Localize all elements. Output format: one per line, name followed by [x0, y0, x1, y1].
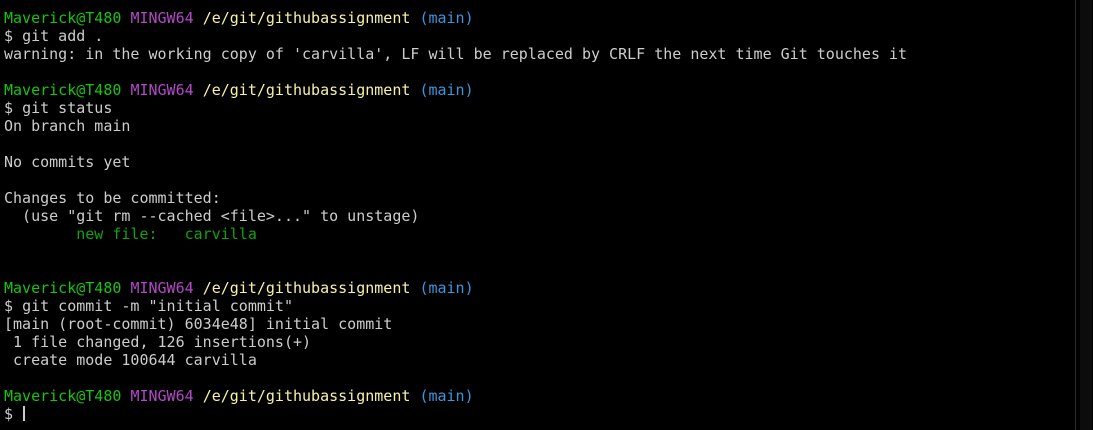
command-line: $ git add . — [4, 27, 907, 45]
vertical-scrollbar[interactable] — [1075, 0, 1093, 430]
prompt-cwd: /e/git/githubassignment — [202, 279, 411, 297]
command-text: git add . — [22, 27, 104, 45]
text-cursor[interactable] — [23, 406, 26, 421]
prompt-line: Maverick@T480 MINGW64 /e/git/githubassig… — [4, 9, 907, 27]
output-commit-result: [main (root-commit) 6034e48] initial com… — [4, 315, 393, 333]
prompt-line: Maverick@T480 MINGW64 /e/git/githubassig… — [4, 81, 907, 99]
prompt-user-host: Maverick@T480 — [4, 279, 122, 297]
prompt-branch: (main) — [419, 9, 474, 27]
prompt-user-host: Maverick@T480 — [4, 9, 122, 27]
prompt-msystem: MINGW64 — [130, 387, 194, 405]
output-changes-header: Changes to be committed: — [4, 189, 221, 207]
prompt-msystem: MINGW64 — [130, 9, 194, 27]
prompt-user-host: Maverick@T480 — [4, 81, 122, 99]
prompt-msystem: MINGW64 — [130, 279, 194, 297]
scrollbar-thumb[interactable] — [1080, 0, 1092, 430]
prompt-line: Maverick@T480 MINGW64 /e/git/githubassig… — [4, 279, 907, 297]
prompt-branch: (main) — [419, 387, 474, 405]
prompt-branch: (main) — [419, 81, 474, 99]
prompt-symbol: $ — [4, 405, 14, 423]
prompt-line: Maverick@T480 MINGW64 /e/git/githubassig… — [4, 387, 907, 405]
prompt-symbol: $ — [4, 27, 14, 45]
output-no-commits: No commits yet — [4, 153, 131, 171]
command-line: $ git status — [4, 99, 907, 117]
prompt-user-host: Maverick@T480 — [4, 387, 122, 405]
prompt-symbol: $ — [4, 297, 14, 315]
command-text: git status — [22, 99, 113, 117]
prompt-cwd: /e/git/githubassignment — [202, 81, 411, 99]
output-unstage-hint: (use "git rm --cached <file>..." to unst… — [4, 207, 420, 225]
output-create-mode: create mode 100644 carvilla — [4, 351, 257, 369]
terminal-output: Maverick@T480 MINGW64 /e/git/githubassig… — [4, 9, 907, 423]
output-warning: warning: in the working copy of 'carvill… — [4, 45, 908, 63]
prompt-cwd: /e/git/githubassignment — [202, 387, 411, 405]
prompt-branch: (main) — [419, 279, 474, 297]
command-text: git commit -m "initial commit" — [22, 297, 293, 315]
output-on-branch: On branch main — [4, 117, 131, 135]
prompt-msystem: MINGW64 — [130, 81, 194, 99]
output-files-changed: 1 file changed, 126 insertions(+) — [4, 333, 312, 351]
command-line: $ git commit -m "initial commit" — [4, 297, 907, 315]
output-new-file: new file: carvilla — [4, 225, 257, 243]
terminal-window[interactable]: Maverick@T480 MINGW64 /e/git/githubassig… — [0, 0, 1093, 430]
active-input-line[interactable]: $ — [4, 405, 907, 423]
prompt-symbol: $ — [4, 99, 14, 117]
prompt-cwd: /e/git/githubassignment — [202, 9, 411, 27]
